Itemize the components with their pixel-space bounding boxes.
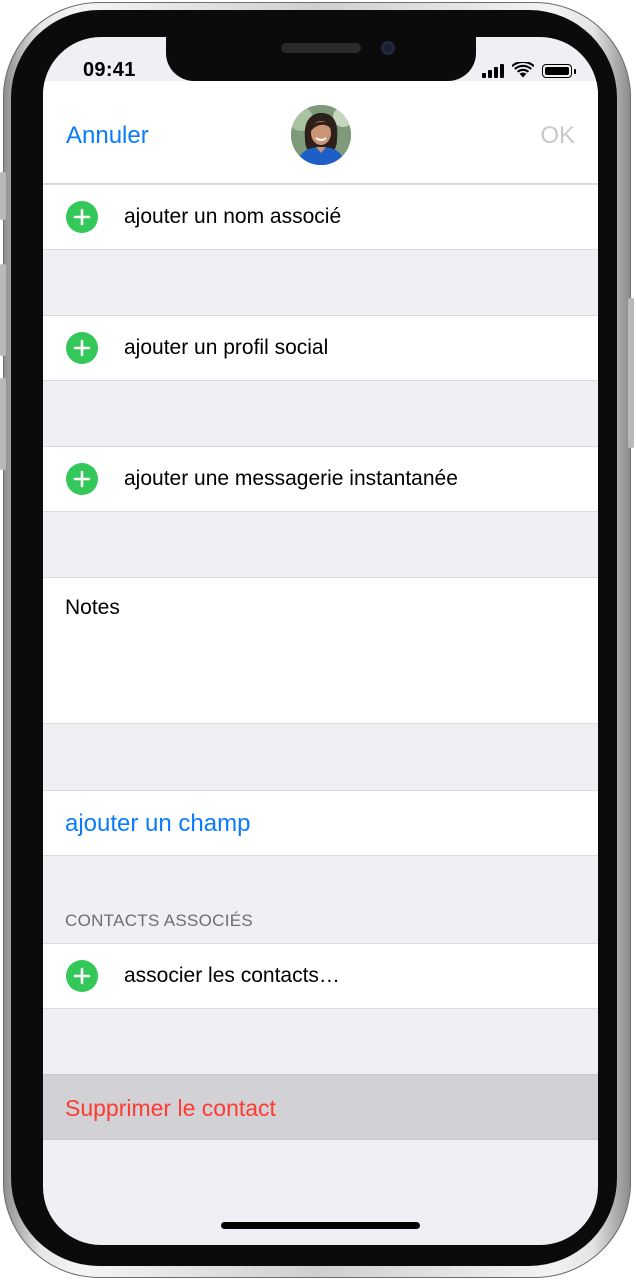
notch — [166, 37, 476, 81]
status-time: 09:41 — [83, 59, 136, 81]
delete-contact-button[interactable]: Supprimer le contact — [65, 1095, 276, 1122]
add-plus-icon — [66, 201, 98, 233]
screen: 09:41 Annuler OK ajouter un nom associé … — [43, 37, 598, 1245]
mute-switch — [0, 172, 6, 220]
add-associated-name-row[interactable]: ajouter un nom associé — [43, 184, 598, 250]
associated-name-label: ajouter un nom associé — [124, 205, 342, 228]
cancel-button[interactable]: Annuler — [66, 122, 149, 150]
add-plus-icon — [66, 960, 98, 992]
wifi-icon — [512, 62, 534, 78]
linked-contacts-header: CONTACTS ASSOCIÉS — [65, 911, 254, 930]
add-instant-message-row[interactable]: ajouter une messagerie instantanée — [43, 446, 598, 512]
notes-label: Notes — [65, 596, 120, 619]
link-contacts-label: associer les contacts… — [124, 964, 340, 987]
battery-icon — [542, 64, 576, 78]
add-social-profile-row[interactable]: ajouter un profil social — [43, 315, 598, 381]
add-plus-icon — [66, 332, 98, 364]
delete-contact-row[interactable]: Supprimer le contact — [43, 1074, 598, 1140]
ok-button: OK — [540, 122, 575, 149]
side-button — [628, 298, 634, 448]
volume-down-button — [0, 378, 6, 470]
link-contacts-row[interactable]: associer les contacts… — [43, 943, 598, 1009]
front-camera — [381, 41, 395, 55]
contact-photo-icon[interactable] — [291, 105, 351, 165]
volume-up-button — [0, 264, 6, 356]
add-plus-icon — [66, 463, 98, 495]
social-profile-label: ajouter un profil social — [124, 336, 329, 359]
notes-field[interactable]: Notes — [43, 577, 598, 724]
instant-message-label: ajouter une messagerie instantanée — [124, 467, 458, 490]
navigation-bar: Annuler OK — [43, 81, 598, 184]
add-field-button[interactable]: ajouter un champ — [65, 810, 250, 838]
speaker — [281, 43, 361, 53]
status-icons — [482, 62, 576, 78]
add-field-row[interactable]: ajouter un champ — [43, 790, 598, 856]
home-indicator[interactable] — [221, 1222, 420, 1229]
cellular-signal-icon — [482, 64, 504, 78]
